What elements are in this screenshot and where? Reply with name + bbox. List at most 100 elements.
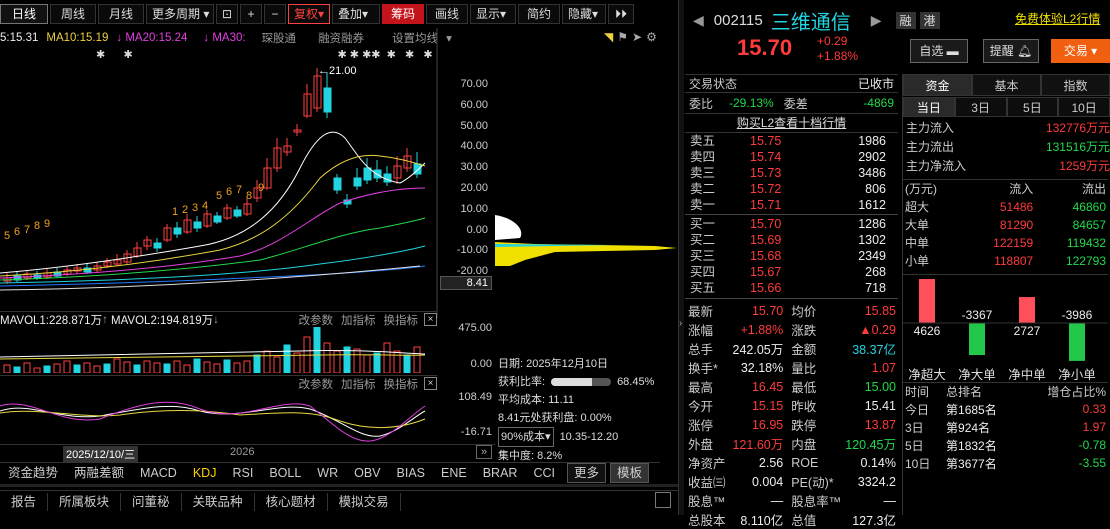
profit-bar [551, 378, 612, 386]
weekly-tab[interactable]: 周线 [50, 4, 96, 24]
kline-chart[interactable]: ←21.00 [0, 28, 440, 318]
h-scrollbar[interactable] [0, 484, 680, 487]
more-periods-dropdown[interactable]: 更多周期 ▾ [146, 4, 214, 24]
inflow-label: 主力流入 [906, 121, 955, 135]
kdj-edit-params[interactable]: 改参数 [299, 376, 334, 392]
triangle-icon[interactable]: ◥ [604, 30, 613, 44]
bottom-tab[interactable]: 关联品种 [182, 492, 255, 511]
fund-tab[interactable]: 资金 [903, 74, 972, 96]
close-icon[interactable]: × [424, 377, 437, 390]
stat-label: 最新 [688, 305, 714, 319]
fq-dropdown[interactable]: 复权▾ [288, 4, 330, 24]
indicator-tab[interactable]: KDJ [185, 464, 225, 482]
pointer-icon[interactable]: ➤ [632, 30, 642, 44]
stat-value: 0.14% [860, 455, 896, 470]
zoom-out-icon[interactable]: − [264, 4, 286, 24]
zoom-in-icon[interactable]: + [240, 4, 262, 24]
stat-row: 换手* 32.18% 量比 1.07 [686, 358, 898, 377]
td-count-label: 7 [24, 224, 31, 236]
indicator-tab[interactable]: CCI [525, 464, 563, 482]
watchlist-button[interactable]: 自选 ▬ [910, 39, 968, 63]
daily-tab[interactable]: 日线 [0, 4, 48, 24]
prev-stock-icon[interactable]: ◀ [693, 12, 704, 29]
indicator-tab[interactable]: MACD [132, 464, 185, 482]
stock-header: ◀ 002115 三维通信 ▶ 融 港 [693, 6, 940, 35]
indicator-tab[interactable]: BOLL [261, 464, 309, 482]
profit-label: 获利比率: [498, 376, 546, 388]
net-value: 1259万元 [1059, 159, 1110, 173]
order-volume: 268 [865, 265, 886, 279]
rank-period: 今日 [905, 402, 930, 417]
vol-swap-indicator[interactable]: 换指标 [384, 312, 419, 328]
fullscreen-icon[interactable]: ⏵⏵ [608, 4, 634, 24]
hide-dropdown[interactable]: 隐藏▾ [562, 4, 606, 24]
bottom-tab[interactable]: 报告 [0, 492, 49, 511]
indicator-tab[interactable]: 两融差额 [66, 464, 132, 482]
period-tab[interactable]: 5日 [1006, 97, 1059, 117]
bottom-tab[interactable]: 问董秘 [121, 492, 182, 511]
chart-tool-icons: ◥ ⚑ ➤ ⚙ [604, 30, 657, 44]
simple-button[interactable]: 简约 [518, 4, 560, 24]
flag-icon[interactable]: ⚑ [617, 30, 628, 44]
indicator-tab[interactable]: OBV [346, 464, 388, 482]
rank-head-cell: 增仓占比% [1047, 384, 1106, 399]
date-axis: 2025/12/10/三 2026 » [0, 444, 495, 462]
next-stock-icon[interactable]: ▶ [871, 12, 882, 29]
indicator-tab[interactable]: 资金趋势 [0, 464, 66, 482]
bottom-tab[interactable]: 核心题材 [255, 492, 328, 511]
order-row: 买一 15.70 1286 [688, 216, 888, 232]
panel-icon[interactable] [655, 492, 671, 508]
splitter[interactable]: › [678, 0, 684, 515]
volume-bar [353, 348, 361, 373]
price-marker: 8.41 [440, 276, 492, 290]
td-count-label: 9 [258, 182, 265, 194]
wc-label: 委差 [783, 96, 808, 111]
indicator-tab[interactable]: BRAR [475, 464, 526, 482]
bottom-tab[interactable]: 模拟交易 [328, 492, 401, 511]
period-tab[interactable]: 当日 [903, 97, 955, 117]
kdj-add-indicator[interactable]: 加指标 [341, 376, 376, 392]
profit-pct: 68.45% [617, 376, 655, 388]
volume-bar [103, 363, 111, 373]
indicator-tab[interactable]: 模板 [610, 462, 650, 483]
trade-button[interactable]: 交易 ▾ [1051, 39, 1110, 63]
fund-head-cell: 流出 [1081, 182, 1106, 197]
kdj-swap-indicator[interactable]: 换指标 [384, 376, 419, 392]
vol-edit-params[interactable]: 改参数 [299, 312, 334, 328]
overlay-dropdown[interactable]: 叠加▾ [332, 4, 380, 24]
chips-button[interactable]: 筹码 [382, 4, 424, 24]
display-dropdown[interactable]: 显示▾ [470, 4, 516, 24]
volume-bar [13, 366, 21, 373]
period-tab[interactable]: 10日 [1058, 97, 1110, 117]
free-l2-link[interactable]: 免费体验L2行情 [1015, 10, 1100, 27]
scroll-right-icon[interactable]: » [476, 445, 492, 459]
indicator-tab[interactable]: RSI [224, 464, 261, 482]
fund-tab[interactable]: 指数 [1041, 74, 1110, 96]
indicator-tab[interactable]: WR [309, 464, 346, 482]
settings-icon[interactable]: ⚙ [646, 30, 657, 44]
period-tab[interactable]: 3日 [954, 97, 1007, 117]
fund-tab[interactable]: 基本 [972, 74, 1041, 96]
indicator-tab[interactable]: ENE [433, 464, 475, 482]
fund-row: 中单 122159 119432 [903, 234, 1108, 252]
remind-button[interactable]: 提醒 🔔︎ [983, 39, 1039, 63]
volume-bar [173, 360, 181, 373]
lock-icon[interactable]: ⊡ [216, 4, 238, 24]
rank-head-cell: 总排名 [946, 384, 983, 399]
cursor-date: 2025/12/10/三 [63, 446, 139, 462]
chip-date: 日期: 2025年12月10日 [498, 358, 609, 370]
volume-bar [273, 356, 281, 373]
indicator-tab[interactable]: BIAS [389, 464, 434, 482]
stat-label: 跌停 [791, 419, 817, 433]
bottom-tab[interactable]: 所属板块 [48, 492, 122, 511]
indicator-tab[interactable]: 更多 [566, 462, 606, 483]
monthly-tab[interactable]: 月线 [98, 4, 144, 24]
buy-l2-link[interactable]: 购买L2查看十档行情 [685, 113, 898, 133]
cost-select[interactable]: 90%成本▾ [498, 427, 554, 447]
draw-button[interactable]: 画线 [426, 4, 468, 24]
vol-add-indicator[interactable]: 加指标 [341, 312, 376, 328]
volume-bar [363, 354, 371, 373]
close-icon[interactable]: × [424, 313, 437, 326]
fund-row: 小单 118807 122793 [903, 252, 1108, 270]
order-price: 15.68 [750, 249, 782, 263]
